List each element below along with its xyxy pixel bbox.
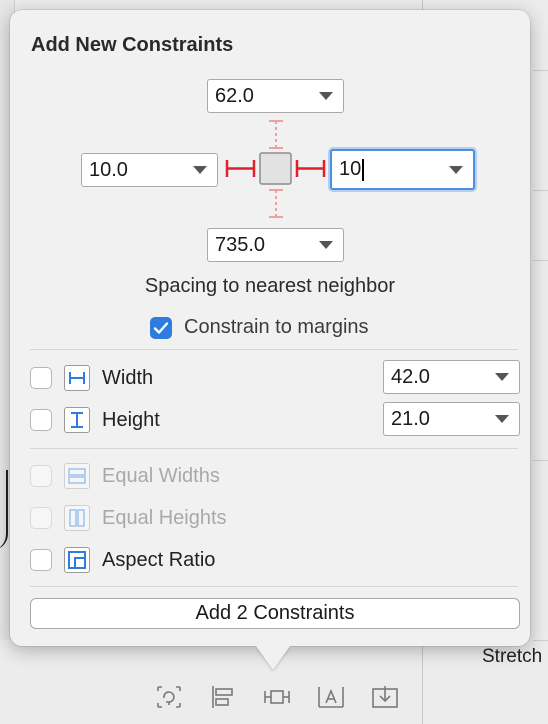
chevron-down-icon xyxy=(319,241,333,249)
embed-in-button[interactable] xyxy=(366,680,404,714)
resolve-issues-icon xyxy=(318,687,344,708)
divider xyxy=(30,349,518,350)
checkmark-icon xyxy=(153,321,169,334)
pin-right-field[interactable]: 10 xyxy=(330,149,475,190)
equal-heights-row: Equal Heights xyxy=(30,503,227,533)
add-constraints-popover: Add New Constraints 62.0 10.0 10 735.0 S… xyxy=(10,10,530,646)
pin-right-value: 10 xyxy=(339,158,362,180)
divider xyxy=(30,448,518,449)
equal-heights-label: Equal Heights xyxy=(102,506,227,529)
height-value-field[interactable]: 21.0 xyxy=(383,402,520,436)
background-canvas-stroke xyxy=(0,470,8,550)
chevron-down-icon xyxy=(193,166,207,174)
popover-title: Add New Constraints xyxy=(31,34,234,56)
update-frames-button[interactable] xyxy=(150,680,188,714)
aspect-ratio-icon xyxy=(64,547,90,573)
aspect-ratio-checkbox[interactable] xyxy=(30,549,52,571)
width-label: Width xyxy=(102,366,154,389)
pin-icon xyxy=(264,690,290,704)
aspect-ratio-label: Aspect Ratio xyxy=(102,548,216,571)
constrain-margins-row[interactable]: Constrain to margins xyxy=(150,316,369,339)
width-row: Width xyxy=(30,363,153,393)
aspect-ratio-row: Aspect Ratio xyxy=(30,545,215,575)
pin-left-value: 10.0 xyxy=(89,158,128,181)
popover-arrow xyxy=(256,646,290,670)
pin-top-indicator xyxy=(269,120,283,149)
align-button[interactable] xyxy=(204,680,242,714)
add-constraints-button[interactable]: Add 2 Constraints xyxy=(30,598,520,629)
pin-bottom-value: 735.0 xyxy=(215,233,266,256)
equal-widths-row: Equal Widths xyxy=(30,461,220,491)
width-value: 42.0 xyxy=(391,365,430,388)
resolve-issues-button[interactable] xyxy=(312,680,350,714)
equal-heights-icon xyxy=(64,505,90,531)
chevron-down-icon xyxy=(319,92,333,100)
chevron-down-icon xyxy=(495,373,509,381)
text-caret xyxy=(362,158,364,181)
height-constraint-icon xyxy=(64,407,90,433)
width-value-field[interactable]: 42.0 xyxy=(383,360,520,394)
constrain-margins-label: Constrain to margins xyxy=(184,316,369,338)
height-value: 21.0 xyxy=(391,407,430,430)
autolayout-toolbar xyxy=(150,680,404,714)
pin-left-field[interactable]: 10.0 xyxy=(81,153,218,187)
background-stretch-label: Stretch xyxy=(482,646,543,667)
pin-bottom-indicator xyxy=(269,189,283,218)
height-checkbox[interactable] xyxy=(30,409,52,431)
equal-widths-label: Equal Widths xyxy=(102,464,220,487)
equal-heights-checkbox[interactable] xyxy=(30,507,52,529)
chevron-down-icon xyxy=(449,165,463,174)
width-checkbox[interactable] xyxy=(30,367,52,389)
pin-right-indicator xyxy=(295,160,326,177)
width-constraint-icon xyxy=(64,365,90,391)
equal-widths-icon xyxy=(64,463,90,489)
spacing-label: Spacing to nearest neighbor xyxy=(144,275,396,297)
height-label: Height xyxy=(102,408,160,431)
pin-left-indicator xyxy=(225,160,256,177)
pin-top-value: 62.0 xyxy=(215,84,254,107)
constrain-margins-checkbox[interactable] xyxy=(150,316,172,339)
embed-in-icon xyxy=(372,686,398,708)
pin-top-field[interactable]: 62.0 xyxy=(207,79,344,113)
divider xyxy=(30,586,518,587)
add-new-constraints-button[interactable] xyxy=(258,680,296,714)
update-frames-icon xyxy=(157,686,181,708)
height-row: Height xyxy=(30,405,160,435)
chevron-down-icon xyxy=(495,415,509,423)
pin-bottom-field[interactable]: 735.0 xyxy=(207,228,344,262)
align-icon xyxy=(212,686,233,708)
equal-widths-checkbox[interactable] xyxy=(30,465,52,487)
